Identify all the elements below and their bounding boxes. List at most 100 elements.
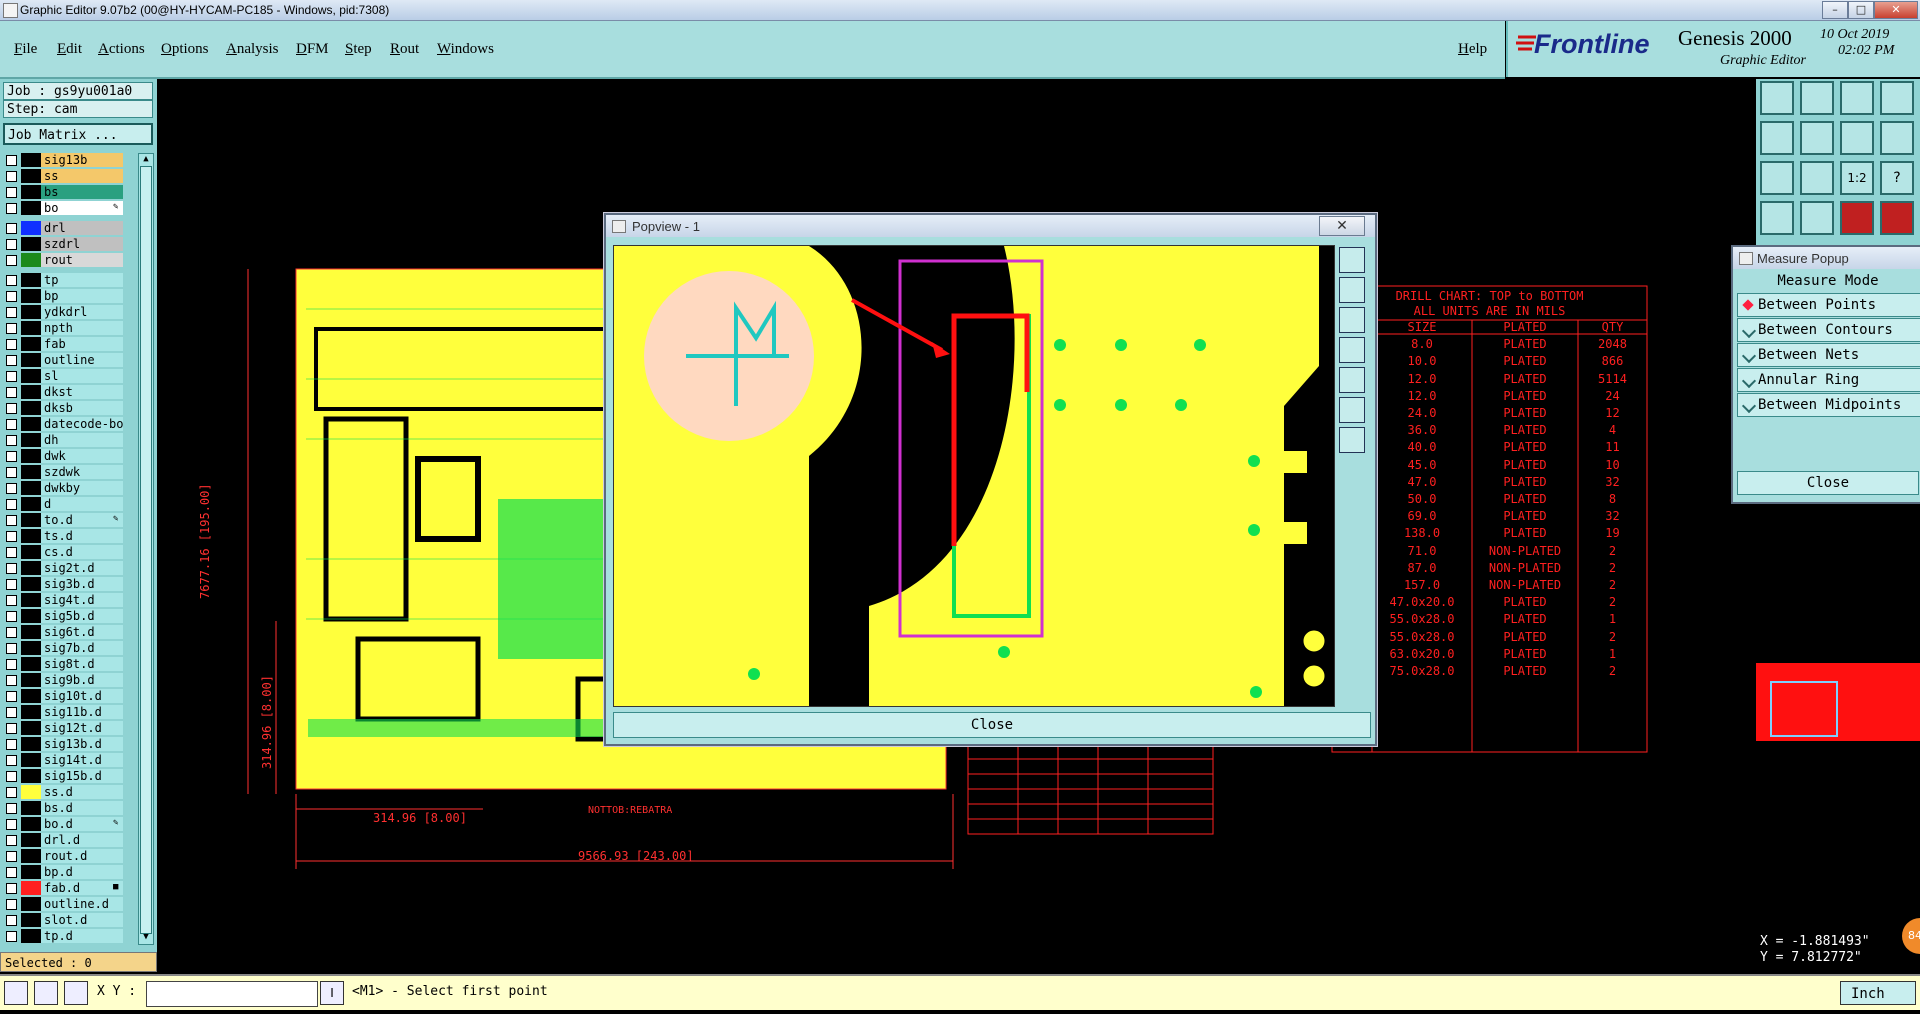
pan-right-icon[interactable] <box>1800 121 1834 155</box>
layer-checkbox[interactable] <box>6 627 17 638</box>
layer-row[interactable]: szdwk <box>3 465 123 479</box>
layer-row[interactable]: sig5b.d <box>3 609 123 623</box>
layer-checkbox[interactable] <box>6 915 17 926</box>
menu-actions[interactable]: Actions <box>98 41 145 58</box>
overview-viewport[interactable] <box>1770 681 1838 737</box>
layer-row[interactable]: sig8t.d <box>3 657 123 671</box>
layer-row[interactable]: datecode-bo <box>3 417 123 431</box>
layer-row[interactable]: sig10t.d <box>3 689 123 703</box>
layer-checkbox[interactable] <box>6 419 17 430</box>
layer-row[interactable]: fab <box>3 337 123 351</box>
layer-checkbox[interactable] <box>6 155 17 166</box>
draw-mode-icon[interactable] <box>34 981 58 1005</box>
layer-checkbox[interactable] <box>6 675 17 686</box>
menu-windows[interactable]: Windows <box>437 41 494 58</box>
close-window-button[interactable]: ✕ <box>1874 1 1918 19</box>
layer-row[interactable]: dksb <box>3 401 123 415</box>
overview-map[interactable] <box>1756 663 1920 741</box>
layer-row[interactable]: sig9b.d <box>3 673 123 687</box>
layer-checkbox[interactable] <box>6 403 17 414</box>
layer-checkbox[interactable] <box>6 819 17 830</box>
layer-checkbox[interactable] <box>6 203 17 214</box>
layer-checkbox[interactable] <box>6 387 17 398</box>
layer-checkbox[interactable] <box>6 275 17 286</box>
menu-help[interactable]: Help <box>1458 41 1487 58</box>
maximize-button[interactable]: □ <box>1848 1 1874 19</box>
layer-row[interactable]: sig3b.d <box>3 577 123 591</box>
layer-checkbox[interactable] <box>6 579 17 590</box>
popview-pan-right-icon[interactable] <box>1339 367 1365 393</box>
home-icon[interactable] <box>1840 81 1874 115</box>
menu-file[interactable]: File <box>14 41 37 58</box>
zoom-out-icon[interactable] <box>1880 121 1914 155</box>
layer-checkbox[interactable] <box>6 255 17 266</box>
layer-row[interactable]: bp.d <box>3 865 123 879</box>
measure-option[interactable]: Between Points <box>1737 293 1920 317</box>
layer-row[interactable]: slot.d <box>3 913 123 927</box>
layer-checkbox[interactable] <box>6 531 17 542</box>
popview-close-button[interactable]: Close <box>613 712 1371 738</box>
layer-checkbox[interactable] <box>6 547 17 558</box>
layer-checkbox[interactable] <box>6 771 17 782</box>
help-icon[interactable]: ? <box>1880 161 1914 195</box>
pan-down-icon[interactable] <box>1800 81 1834 115</box>
layer-row[interactable]: ts.d <box>3 529 123 543</box>
layer-checkbox[interactable] <box>6 723 17 734</box>
layer-checkbox[interactable] <box>6 563 17 574</box>
layer-row[interactable]: dwkby <box>3 481 123 495</box>
layer-row[interactable]: rout <box>3 253 123 267</box>
measure-option[interactable]: Between Midpoints <box>1737 393 1920 417</box>
scroll-thumb[interactable] <box>140 166 152 934</box>
layer-checkbox[interactable] <box>6 707 17 718</box>
menu-options[interactable]: Options <box>161 41 209 58</box>
layer-checkbox[interactable] <box>6 171 17 182</box>
popview-fit-icon[interactable] <box>1339 247 1365 273</box>
layer-row[interactable]: bs <box>3 185 123 199</box>
measure-tool-icon[interactable] <box>1800 201 1834 235</box>
menu-analysis[interactable]: Analysis <box>226 41 279 58</box>
menu-dfm[interactable]: DFM <box>296 41 329 58</box>
xy-input[interactable] <box>146 981 318 1007</box>
layer-row[interactable]: tp.d <box>3 929 123 943</box>
net-trace-icon[interactable] <box>1880 201 1914 235</box>
measure-close-button[interactable]: Close <box>1737 471 1919 495</box>
split-view-icon[interactable] <box>1880 81 1914 115</box>
layer-checkbox[interactable] <box>6 515 17 526</box>
layer-checkbox[interactable] <box>6 691 17 702</box>
pan-left-icon[interactable] <box>1760 121 1794 155</box>
layer-checkbox[interactable] <box>6 835 17 846</box>
layer-checkbox[interactable] <box>6 451 17 462</box>
layer-row[interactable]: outline.d <box>3 897 123 911</box>
layer-checkbox[interactable] <box>6 931 17 942</box>
select-mode-icon[interactable] <box>4 981 28 1005</box>
layer-checkbox[interactable] <box>6 899 17 910</box>
scroll-down-arrow-icon[interactable]: ▼ <box>140 932 152 944</box>
layer-row[interactable]: drl <box>3 221 123 235</box>
layer-row[interactable]: drl.d <box>3 833 123 847</box>
measure-option[interactable]: Annular Ring <box>1737 368 1920 392</box>
layer-row[interactable]: sig4t.d <box>3 593 123 607</box>
layer-row[interactable]: bo.d ✎ <box>3 817 123 831</box>
layer-row[interactable]: ydkdrl <box>3 305 123 319</box>
layer-row[interactable]: rout.d <box>3 849 123 863</box>
popview-pan-down-icon[interactable] <box>1339 307 1365 333</box>
layer-checkbox[interactable] <box>6 643 17 654</box>
layer-checkbox[interactable] <box>6 307 17 318</box>
zoom-fit-icon[interactable] <box>1760 161 1794 195</box>
zoom-center-icon[interactable] <box>1800 161 1834 195</box>
layer-row[interactable]: d <box>3 497 123 511</box>
layer-row[interactable]: cs.d <box>3 545 123 559</box>
zoom-in-icon[interactable] <box>1840 121 1874 155</box>
layer-row[interactable]: tp <box>3 273 123 287</box>
popview-titlebar[interactable]: Popview - 1 ✕ <box>606 215 1375 237</box>
grid-mode-icon[interactable] <box>64 981 88 1005</box>
layer-row[interactable]: sig2t.d <box>3 561 123 575</box>
snap-icon[interactable] <box>1760 201 1794 235</box>
layer-checkbox[interactable] <box>6 755 17 766</box>
layer-row[interactable]: sig15b.d <box>3 769 123 783</box>
layer-row[interactable]: ss <box>3 169 123 183</box>
layer-checkbox[interactable] <box>6 371 17 382</box>
layer-row[interactable]: sig6t.d <box>3 625 123 639</box>
layer-row[interactable]: sl <box>3 369 123 383</box>
job-matrix-button[interactable]: Job Matrix ... <box>3 123 153 145</box>
